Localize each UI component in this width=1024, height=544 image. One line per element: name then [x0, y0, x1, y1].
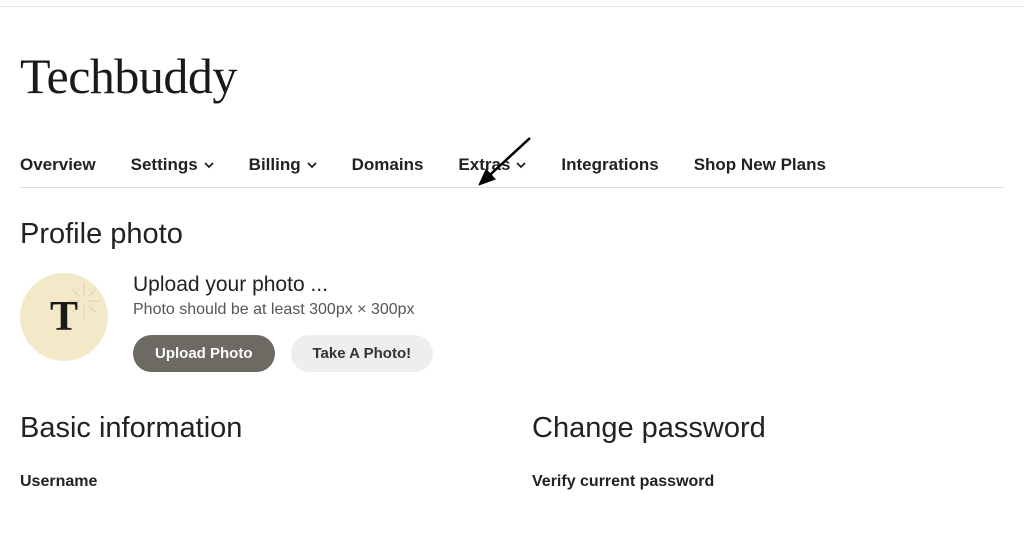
- nav-overview[interactable]: Overview: [20, 155, 96, 175]
- two-column-row: Basic information Username Change passwo…: [20, 412, 1004, 491]
- nav-tabs: Overview Settings Billing Domains Extras…: [20, 155, 1004, 188]
- verify-password-label: Verify current password: [532, 473, 1004, 491]
- profile-section: Profile photo T Upload your photo ... Ph…: [20, 218, 1004, 372]
- avatar-letter: T: [50, 293, 78, 341]
- button-row: Upload Photo Take A Photo!: [133, 335, 433, 372]
- chevron-down-icon: [307, 160, 317, 170]
- nav-label: Shop New Plans: [694, 155, 826, 175]
- nav-extras[interactable]: Extras: [458, 155, 526, 175]
- nav-label: Billing: [249, 155, 301, 175]
- profile-heading: Profile photo: [20, 218, 1004, 251]
- upload-photo-button[interactable]: Upload Photo: [133, 335, 275, 372]
- upload-title: Upload your photo ...: [133, 273, 433, 297]
- nav-integrations[interactable]: Integrations: [561, 155, 658, 175]
- page-title: Techbuddy: [20, 47, 1024, 105]
- basic-info-heading: Basic information: [20, 412, 492, 445]
- nav-label: Overview: [20, 155, 96, 175]
- nav-label: Extras: [458, 155, 510, 175]
- nav-billing[interactable]: Billing: [249, 155, 317, 175]
- nav-settings[interactable]: Settings: [131, 155, 214, 175]
- avatar[interactable]: T: [20, 273, 108, 361]
- nav-label: Settings: [131, 155, 198, 175]
- chevron-down-icon: [204, 160, 214, 170]
- nav-label: Domains: [352, 155, 424, 175]
- username-label: Username: [20, 473, 492, 491]
- chevron-down-icon: [516, 160, 526, 170]
- top-divider: [0, 6, 1024, 7]
- change-password-heading: Change password: [532, 412, 1004, 445]
- nav-label: Integrations: [561, 155, 658, 175]
- profile-row: T Upload your photo ... Photo should be …: [20, 273, 1004, 372]
- basic-info-column: Basic information Username: [20, 412, 492, 491]
- nav-domains[interactable]: Domains: [352, 155, 424, 175]
- upload-block: Upload your photo ... Photo should be at…: [133, 273, 433, 372]
- nav-shop[interactable]: Shop New Plans: [694, 155, 826, 175]
- upload-description: Photo should be at least 300px × 300px: [133, 301, 433, 319]
- take-photo-button[interactable]: Take A Photo!: [291, 335, 434, 372]
- change-password-column: Change password Verify current password: [532, 412, 1004, 491]
